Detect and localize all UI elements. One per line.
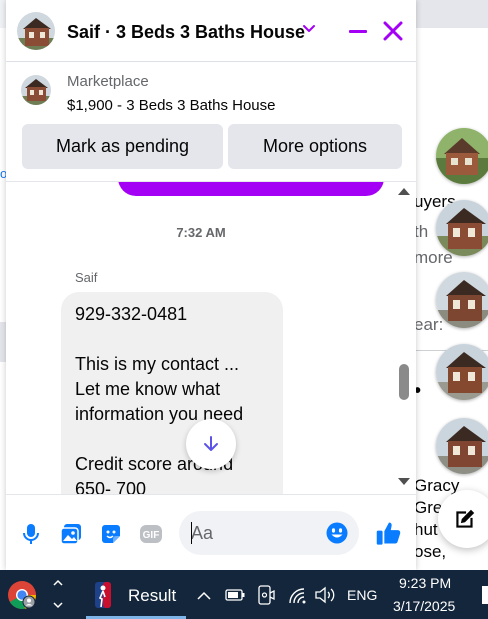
message-scrollbar[interactable]	[396, 182, 410, 494]
chrome-taskbar-button[interactable]	[6, 579, 38, 611]
chat-header[interactable]: Saif · 3 Beds 3 Baths House	[6, 0, 416, 62]
avatar[interactable]	[17, 12, 55, 50]
chat-window: Saif · 3 Beds 3 Baths House Marketplace …	[6, 0, 416, 570]
microphone-icon	[23, 524, 39, 544]
sent-message-bubble[interactable]	[118, 182, 384, 196]
house-photo-icon	[436, 344, 488, 400]
clock-date[interactable]: 3/17/2025	[393, 598, 455, 614]
sticker-button[interactable]	[98, 521, 124, 547]
taskbar-scroll-arrows[interactable]	[50, 574, 66, 614]
like-button[interactable]	[374, 518, 404, 548]
gif-button[interactable]: GIF	[138, 521, 164, 547]
chat-title[interactable]: Saif · 3 Beds 3 Baths House	[67, 22, 305, 43]
chat-head[interactable]	[436, 344, 488, 400]
meet-now-button[interactable]	[256, 584, 276, 606]
mark-as-pending-button[interactable]: Mark as pending	[22, 124, 223, 169]
minimize-icon	[349, 30, 367, 33]
listing-price-title[interactable]: $1,900 - 3 Beds 3 Baths House	[67, 97, 275, 114]
message-composer: GIF	[6, 494, 416, 570]
volume-icon	[315, 586, 335, 604]
battery-status[interactable]	[224, 586, 246, 604]
close-icon	[383, 21, 403, 41]
house-photo-icon	[21, 75, 51, 105]
more-options-button[interactable]: More options	[228, 124, 402, 169]
message-thread[interactable]: 7:32 AM Saif 929-332-0481 This is my con…	[6, 182, 416, 494]
chevron-updown-icon	[53, 579, 63, 609]
message-timestamp: 7:32 AM	[176, 225, 226, 240]
sender-name: Saif	[75, 270, 98, 285]
new-message-button[interactable]	[438, 490, 488, 548]
svg-text:GIF: GIF	[143, 530, 160, 541]
chat-head[interactable]	[436, 418, 488, 474]
house-photo-icon	[436, 272, 488, 328]
nba-app-button[interactable]	[92, 582, 114, 608]
background-text: more	[414, 248, 453, 267]
chat-head[interactable]	[436, 128, 488, 184]
scroll-up-arrow[interactable]	[398, 188, 410, 195]
house-photo-icon	[436, 418, 488, 474]
input-language[interactable]: ENG	[347, 587, 377, 603]
thumbs-up-icon	[376, 522, 401, 545]
received-message-bubble[interactable]: 929-332-0481 This is my contact ... Let …	[61, 292, 283, 494]
text-cursor	[191, 522, 192, 544]
compose-icon	[456, 509, 475, 528]
listing-thumbnail[interactable]	[21, 75, 51, 105]
gif-icon: GIF	[140, 525, 162, 543]
taskbar-app-label[interactable]: Result	[128, 586, 176, 606]
background-text: hut	[414, 520, 438, 539]
background-text: th	[414, 222, 429, 241]
background-text: ear:	[414, 315, 444, 334]
attach-photo-button[interactable]	[58, 521, 84, 547]
notification-edge-icon	[482, 586, 488, 604]
show-hidden-icons-button[interactable]	[195, 586, 213, 604]
marketplace-listing-banner: Marketplace $1,900 - 3 Beds 3 Baths Hous…	[6, 62, 416, 182]
chat-head[interactable]	[436, 272, 488, 328]
scroll-down-arrow[interactable]	[398, 478, 410, 485]
network-status[interactable]	[286, 584, 308, 606]
battery-icon	[225, 589, 245, 601]
wifi-icon	[289, 588, 306, 604]
volume-status[interactable]	[313, 584, 337, 606]
chrome-icon	[8, 581, 37, 609]
emoji-button[interactable]	[324, 520, 350, 546]
device-icon	[258, 585, 275, 605]
scroll-to-bottom-button[interactable]	[186, 419, 236, 469]
sticker-icon	[102, 525, 120, 543]
show-desktop-button[interactable]	[478, 580, 488, 610]
background-text: ose,	[414, 542, 447, 561]
nba-icon	[95, 582, 111, 608]
house-photo-icon	[436, 200, 488, 256]
arrow-down-icon	[204, 436, 218, 451]
minimize-button[interactable]	[346, 18, 370, 44]
close-button[interactable]	[380, 18, 406, 44]
voice-clip-button[interactable]	[18, 521, 44, 547]
house-photo-icon	[17, 12, 55, 50]
image-icon	[60, 524, 81, 545]
taskbar: Result ENG 9:23 PM 3/17/2025	[0, 570, 488, 619]
house-photo-icon	[436, 128, 488, 184]
scrollbar-thumb[interactable]	[399, 364, 409, 400]
emoji-icon	[326, 522, 348, 544]
chevron-down-icon[interactable]	[302, 22, 316, 41]
listing-source: Marketplace	[67, 73, 149, 90]
clock-time[interactable]: 9:23 PM	[399, 575, 451, 591]
chat-head[interactable]	[436, 200, 488, 256]
chevron-up-icon	[197, 591, 211, 600]
